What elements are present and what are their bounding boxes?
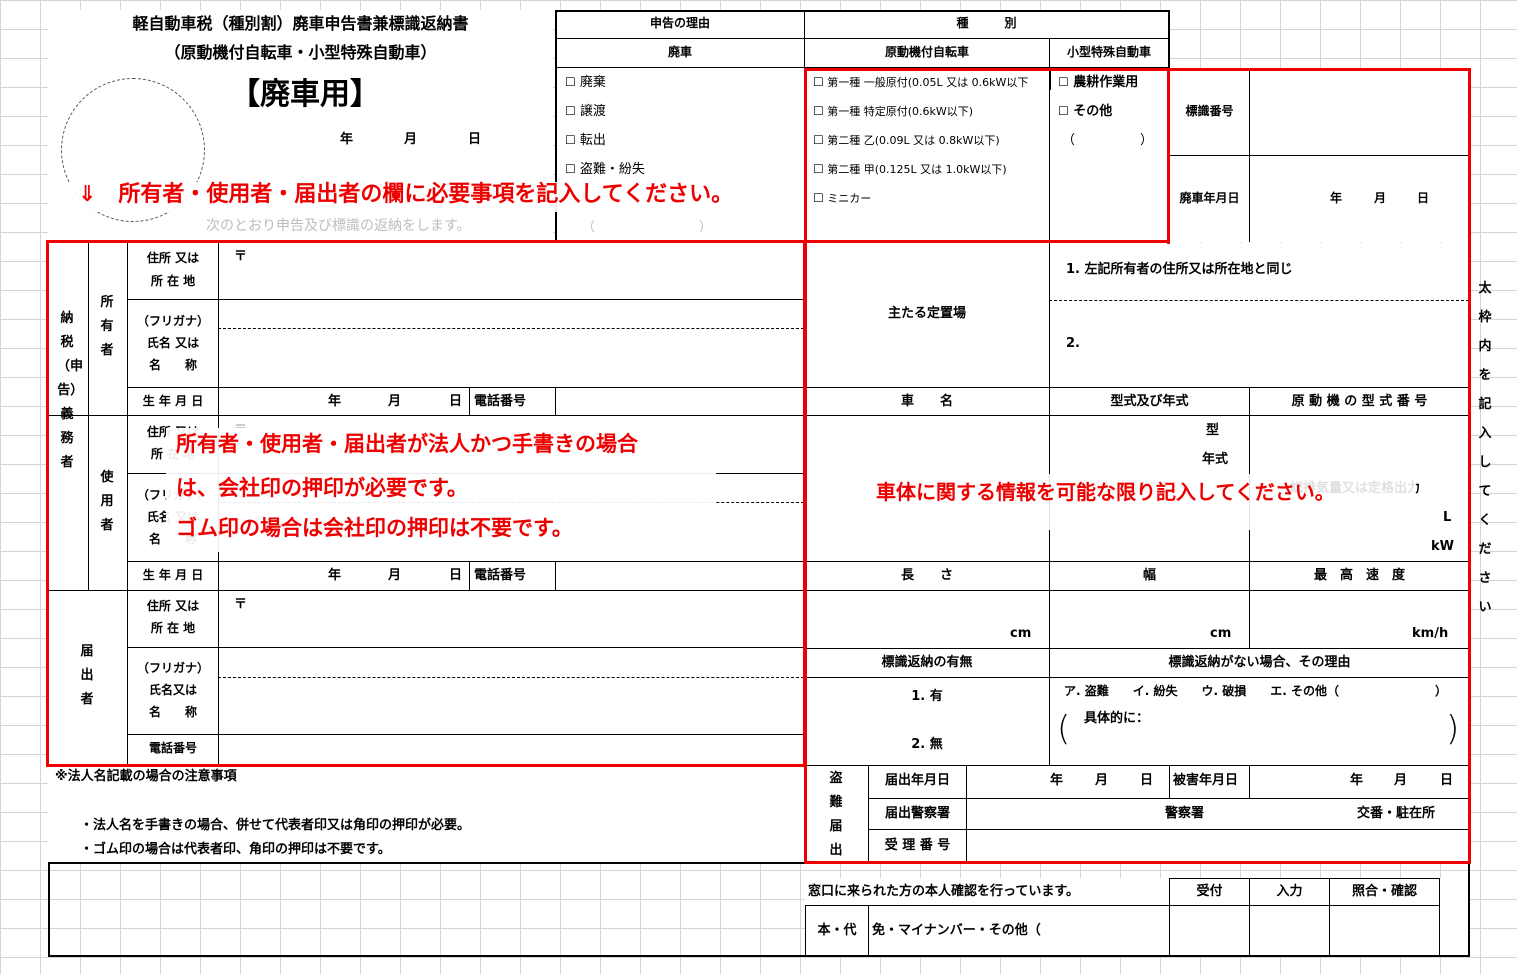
vehicle-info-notice: 車体に関する情報を可能な限り記入してください。 bbox=[876, 480, 1335, 504]
form-subtitle: （原動機付自転車・小型特殊自動車） bbox=[164, 43, 437, 62]
header-date-month: 月 bbox=[404, 132, 418, 147]
corp-notice-line-2: は、会社印の押印が必要です。 bbox=[176, 476, 468, 500]
form-type-badge: 【廃車用】 bbox=[230, 77, 380, 112]
reason-subheader: 廃車 bbox=[667, 45, 692, 59]
reason-header: 申告の理由 bbox=[649, 16, 710, 30]
header-date-year: 年 bbox=[340, 132, 354, 147]
top-instruction-banner: ⇓ 所有者・使用者・届出者の欄に必要事項を記入してください。 bbox=[78, 182, 734, 207]
reason-option-transfer[interactable]: ☐ 譲渡 bbox=[565, 105, 606, 118]
corp-note-title: ※法人名記載の場合の注意事項 bbox=[55, 769, 237, 784]
reason-option-scrap[interactable]: ☐ 廃棄 bbox=[565, 76, 606, 89]
checkbox-icon[interactable]: ☐ bbox=[565, 104, 576, 118]
corp-notice-line-3: ゴム印の場合は会社印の押印は不要です。 bbox=[176, 516, 573, 540]
reason-option-moveout[interactable]: ☐ 転出 bbox=[565, 134, 606, 147]
special-header: 小型特殊自動車 bbox=[1066, 45, 1151, 59]
person-type[interactable]: 本・代 bbox=[806, 924, 868, 937]
id-types[interactable]: 免・マイナンバー・その他（ bbox=[872, 924, 1041, 937]
category-header: 種 別 bbox=[956, 16, 1017, 30]
required-frame-right bbox=[804, 68, 1471, 864]
moped-header: 原動機付自転車 bbox=[884, 45, 969, 59]
corp-note-item-2: ・ゴム印の場合は代表者印、角印の押印は不要です。 bbox=[80, 842, 391, 857]
declaration-text: 次のとおり申告及び標識の返納をします。 bbox=[206, 218, 471, 234]
header-date-day: 日 bbox=[468, 132, 482, 147]
side-instruction: 太枠内を記入してください bbox=[1478, 281, 1492, 615]
stamp-input-label: 入力 bbox=[1276, 884, 1303, 899]
corp-note-item-1: ・法人名を手書きの場合、併せて代表者印又は角印の押印が必要。 bbox=[80, 818, 471, 833]
corp-notice-line-1: 所有者・使用者・届出者が法人かつ手書きの場合 bbox=[176, 432, 638, 456]
checkbox-icon[interactable]: ☐ bbox=[565, 75, 576, 89]
stamp-received-label: 受付 bbox=[1196, 884, 1223, 899]
checkbox-icon[interactable]: ☐ bbox=[565, 162, 576, 176]
form-title: 軽自動車税（種別割）廃車申告書兼標識返納書 bbox=[132, 14, 469, 33]
required-frame-divider bbox=[1167, 68, 1171, 244]
reason-option-theft[interactable]: ☐ 盗難・紛失 bbox=[565, 163, 645, 176]
reason-other-paren: （ ） bbox=[582, 220, 713, 235]
stamp-verify-label: 照合・確認 bbox=[1351, 884, 1417, 899]
identity-check-text: 窓口に来られた方の本人確認を行っています。 bbox=[808, 884, 1080, 899]
checkbox-icon[interactable]: ☐ bbox=[565, 133, 576, 147]
